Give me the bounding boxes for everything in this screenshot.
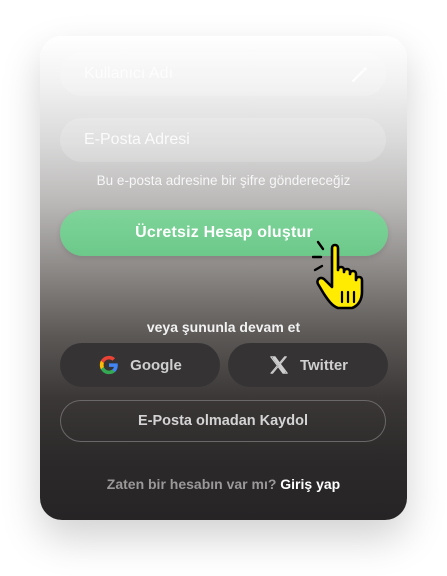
email-placeholder: E-Posta Adresi [84,131,190,148]
social-divider: veya şununla devam et [146,319,301,335]
hand-pointer-cursor-icon [312,240,364,310]
magic-wand-icon[interactable] [350,64,370,84]
google-icon [99,355,118,375]
google-button[interactable]: Google [60,343,220,387]
login-prompt: Zaten bir hesabın var mı? [106,476,277,492]
email-field[interactable]: E-Posta Adresi [60,118,386,162]
google-label: Google [130,356,182,374]
username-field[interactable]: Kullanıcı Adı [60,52,386,96]
login-link[interactable]: Giriş yap [280,476,340,492]
x-twitter-icon [270,356,288,374]
create-account-label: Ücretsiz Hesap oluştur [135,224,313,241]
signup-without-email-label: E-Posta olmadan Kaydol [137,413,308,429]
username-placeholder: Kullanıcı Adı [84,65,173,82]
email-hint: Bu e-posta adresine bir şifre göndereceğ… [96,173,351,188]
twitter-button[interactable]: Twitter [228,343,388,387]
twitter-label: Twitter [299,356,349,374]
signup-without-email-button[interactable]: E-Posta olmadan Kaydol [60,400,386,442]
login-prompt-row: Zaten bir hesabın var mı? Giriş yap [40,476,407,492]
